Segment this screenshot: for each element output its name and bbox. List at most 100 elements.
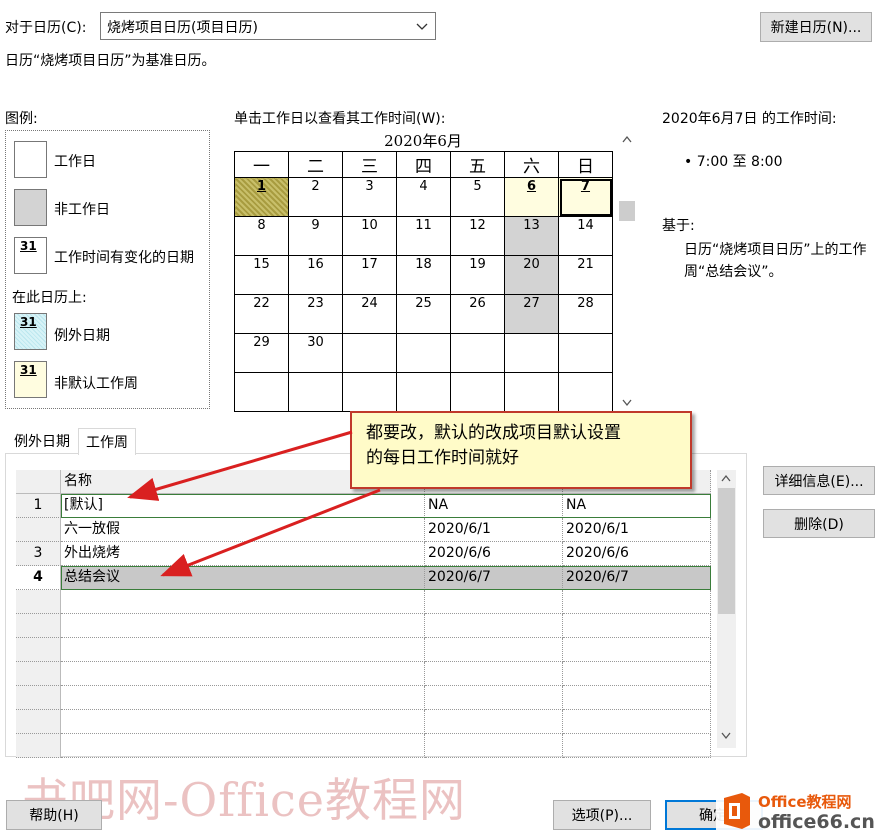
row-header[interactable] (16, 686, 61, 710)
row-header[interactable]: 1 (16, 494, 61, 518)
tab-work-weeks[interactable]: 工作周 (78, 428, 136, 455)
calendar-day[interactable]: 20 (504, 255, 559, 295)
name-cell[interactable]: 总结会议 (61, 566, 425, 590)
calendar-day[interactable]: 12 (450, 216, 505, 256)
start-cell[interactable] (425, 614, 563, 638)
grid-scrollbar[interactable] (717, 470, 736, 748)
start-cell[interactable] (425, 686, 563, 710)
calendar-day[interactable]: 18 (396, 255, 451, 295)
details-button[interactable]: 详细信息(E)... (763, 466, 875, 495)
start-cell[interactable] (425, 734, 563, 758)
name-cell[interactable]: 外出烧烤 (61, 542, 425, 566)
grid-scroll-thumb[interactable] (718, 488, 735, 614)
name-cell[interactable]: [默认] (61, 494, 425, 518)
calendar-day[interactable]: 5 (450, 177, 505, 217)
name-cell[interactable] (61, 662, 425, 686)
start-cell[interactable] (425, 638, 563, 662)
calendar-day[interactable]: 15 (234, 255, 289, 295)
calendar-day[interactable]: 7 (558, 177, 613, 217)
calendar-day[interactable]: 16 (288, 255, 343, 295)
table-row[interactable] (16, 590, 711, 614)
end-cell[interactable] (563, 614, 711, 638)
table-row[interactable] (16, 710, 711, 734)
table-row[interactable] (16, 614, 711, 638)
start-cell[interactable] (425, 662, 563, 686)
name-cell[interactable] (61, 734, 425, 758)
scroll-down-icon[interactable] (721, 732, 731, 740)
calendar-day[interactable]: 17 (342, 255, 397, 295)
calendar-day[interactable]: 4 (396, 177, 451, 217)
table-row[interactable]: 4 总结会议 2020/6/7 2020/6/7 (16, 566, 711, 590)
end-cell[interactable]: NA (563, 494, 711, 518)
row-header[interactable] (16, 662, 61, 686)
new-calendar-button[interactable]: 新建日历(N)... (760, 12, 872, 42)
table-row[interactable] (16, 638, 711, 662)
calendar-day[interactable]: 21 (558, 255, 613, 295)
calendar-day[interactable]: 24 (342, 294, 397, 334)
name-cell[interactable] (61, 686, 425, 710)
tab-exceptions[interactable]: 例外日期 (6, 428, 78, 454)
start-cell[interactable]: NA (425, 494, 563, 518)
start-cell[interactable]: 2020/6/1 (425, 518, 563, 542)
calendar-day[interactable]: 29 (234, 333, 289, 373)
end-cell[interactable] (563, 590, 711, 614)
month-calendar[interactable]: 一 二 三 四 五 六 日 1 2 3 4 5 6 7 8 9 10 11 12 13 14 15 16 17 1… (234, 151, 613, 412)
end-cell[interactable]: 2020/6/7 (563, 566, 711, 590)
scroll-up-icon[interactable] (721, 474, 731, 482)
calendar-day[interactable]: 10 (342, 216, 397, 256)
row-header[interactable]: 3 (16, 542, 61, 566)
name-cell[interactable] (61, 638, 425, 662)
calendar-day[interactable]: 26 (450, 294, 505, 334)
scroll-down-icon[interactable] (622, 399, 632, 407)
calendar-day[interactable]: 2 (288, 177, 343, 217)
end-cell[interactable] (563, 686, 711, 710)
calendar-day[interactable]: 23 (288, 294, 343, 334)
name-cell[interactable] (61, 710, 425, 734)
row-header[interactable] (16, 590, 61, 614)
start-cell[interactable] (425, 590, 563, 614)
row-header[interactable] (16, 518, 61, 542)
row-header[interactable] (16, 710, 61, 734)
end-cell[interactable] (563, 662, 711, 686)
calendar-day[interactable]: 9 (288, 216, 343, 256)
end-cell[interactable] (563, 734, 711, 758)
delete-button[interactable]: 删除(D) (763, 509, 875, 538)
table-row[interactable]: 1 [默认] NA NA (16, 494, 711, 518)
name-cell[interactable]: 六一放假 (61, 518, 425, 542)
row-header[interactable] (16, 638, 61, 662)
end-cell[interactable]: 2020/6/6 (563, 542, 711, 566)
calendar-scrollbar[interactable] (619, 131, 635, 412)
row-header[interactable] (16, 614, 61, 638)
calendar-day[interactable]: 13 (504, 216, 559, 256)
row-header[interactable]: 4 (16, 566, 61, 590)
calendar-day[interactable]: 25 (396, 294, 451, 334)
calendar-day[interactable]: 14 (558, 216, 613, 256)
calendar-day[interactable]: 27 (504, 294, 559, 334)
table-row[interactable] (16, 734, 711, 758)
start-cell[interactable]: 2020/6/7 (425, 566, 563, 590)
start-cell[interactable] (425, 710, 563, 734)
calendar-day[interactable]: 11 (396, 216, 451, 256)
end-cell[interactable] (563, 710, 711, 734)
options-button[interactable]: 选项(P)... (553, 800, 651, 830)
help-button[interactable]: 帮助(H) (6, 800, 102, 830)
table-row[interactable] (16, 686, 711, 710)
row-header[interactable] (16, 734, 61, 758)
calendar-day[interactable]: 3 (342, 177, 397, 217)
name-cell[interactable] (61, 590, 425, 614)
table-row[interactable]: 3 外出烧烤 2020/6/6 2020/6/6 (16, 542, 711, 566)
table-row[interactable] (16, 662, 711, 686)
table-row[interactable]: 六一放假 2020/6/1 2020/6/1 (16, 518, 711, 542)
scroll-up-icon[interactable] (622, 135, 632, 143)
name-cell[interactable] (61, 614, 425, 638)
calendar-day[interactable]: 28 (558, 294, 613, 334)
calendar-day[interactable]: 19 (450, 255, 505, 295)
calendar-day[interactable]: 6 (504, 177, 559, 217)
start-cell[interactable]: 2020/6/6 (425, 542, 563, 566)
calendar-day[interactable]: 1 (234, 177, 289, 217)
calendar-select[interactable]: 烧烤项目日历(项目日历) (100, 12, 436, 40)
end-cell[interactable] (563, 638, 711, 662)
calendar-day[interactable]: 8 (234, 216, 289, 256)
calendar-day[interactable]: 22 (234, 294, 289, 334)
end-cell[interactable]: 2020/6/1 (563, 518, 711, 542)
